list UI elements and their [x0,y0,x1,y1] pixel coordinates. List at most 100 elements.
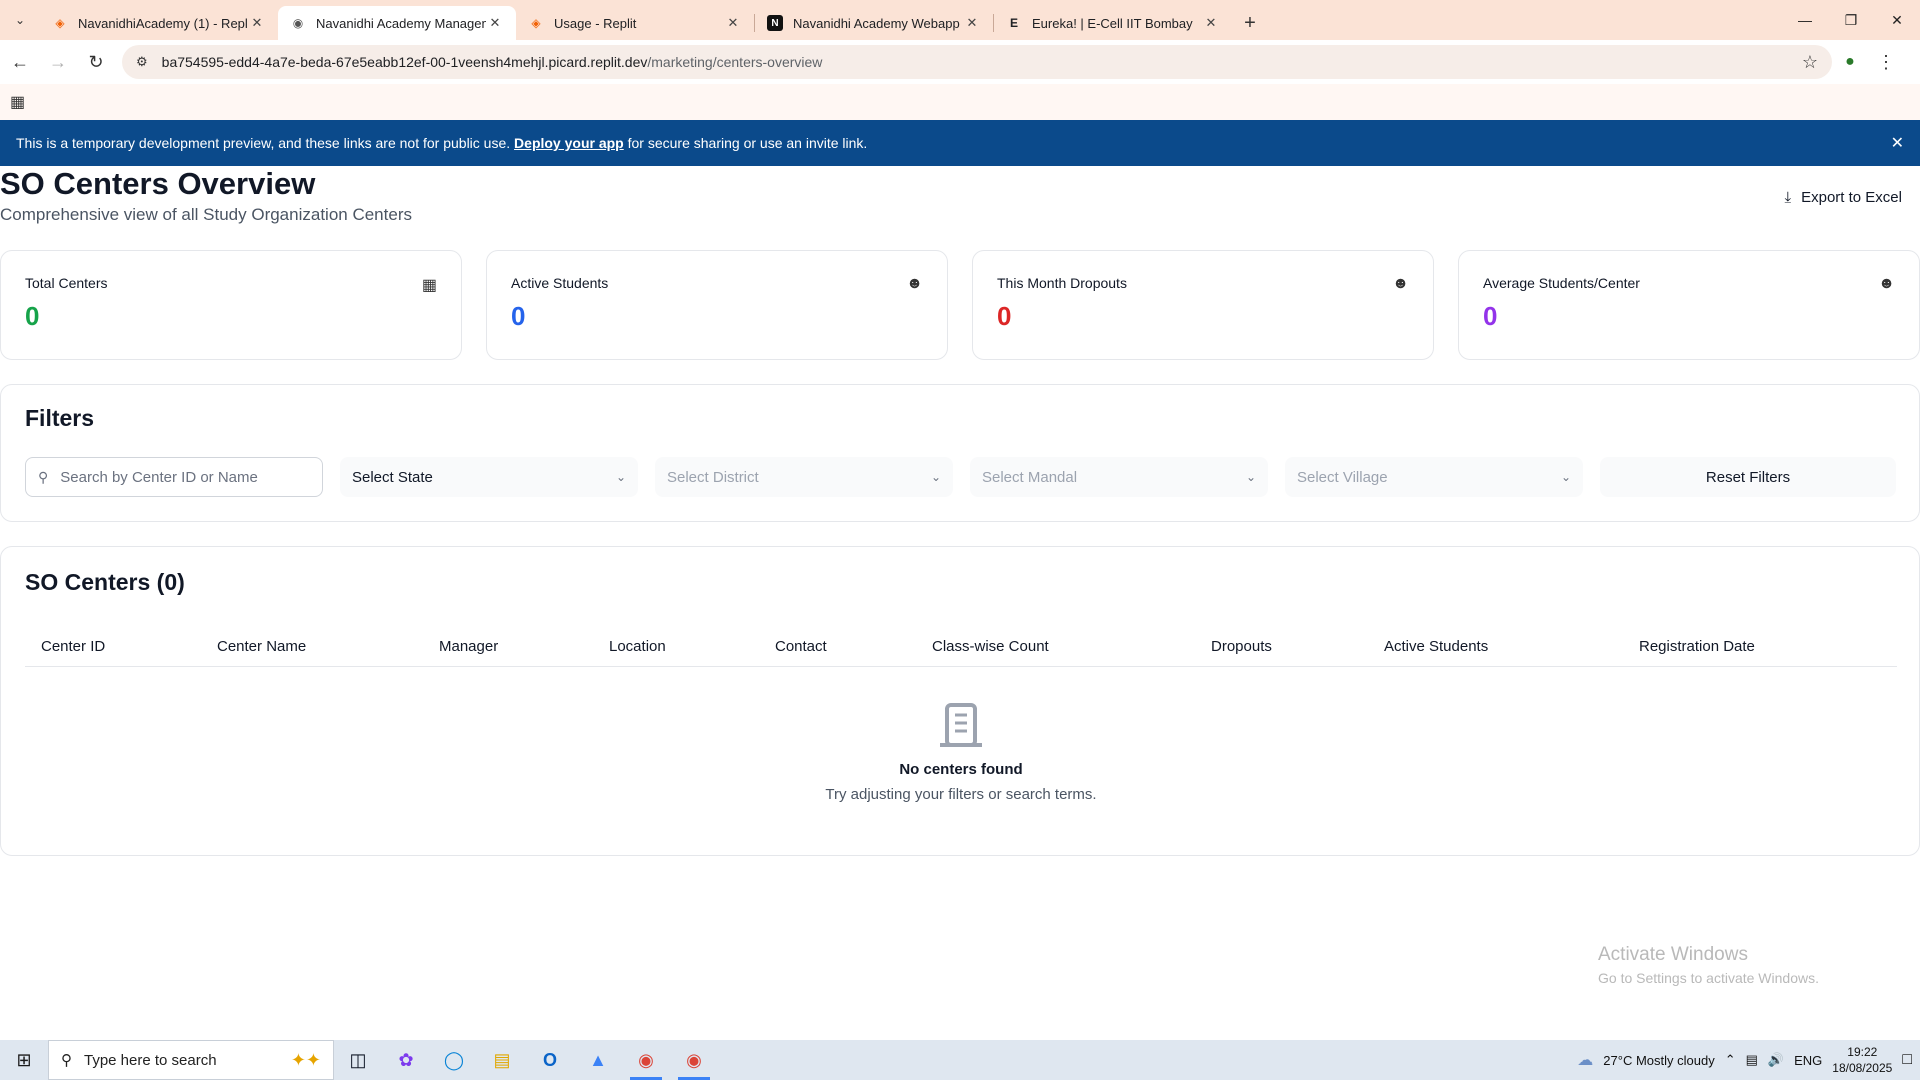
new-tab-plus-icon[interactable]: + [1232,6,1268,40]
eureka-icon: E [1009,16,1018,30]
window-close-icon[interactable]: ✕ [1874,0,1920,40]
tab-title: Navanidhi Academy Webapp | N [793,15,963,31]
page-content: SO Centers Overview Comprehensive view o… [0,166,1920,1040]
deploy-app-link[interactable]: Deploy your app [514,135,624,151]
stats-row: Total Centers 0 ▦ Active Students 0 ☻ Th… [0,250,1920,360]
browser-tab[interactable]: ◈ Usage - Replit ✕ [516,6,754,40]
banner-text-before: This is a temporary development preview,… [16,135,515,151]
activate-windows-watermark: Activate Windows Go to Settings to activ… [1598,944,1819,986]
browser-tab[interactable]: ◈ NavanidhiAcademy (1) - Replit ✕ [40,6,278,40]
back-arrow-icon[interactable]: ← [2,44,38,80]
address-bar[interactable]: ⚙ ba754595-edd4-4a7e-beda-67e5eabb12ef-0… [122,45,1832,79]
weather-icon[interactable]: ☁ [1577,1050,1593,1070]
browser-tab[interactable]: N Navanidhi Academy Webapp | N ✕ [755,6,993,40]
apps-grid-icon[interactable]: ▦ [10,92,25,112]
column-header[interactable]: Location [593,638,759,655]
search-icon: ⚲ [38,468,49,485]
browser-tab-active[interactable]: ◉ Navanidhi Academy Manageme ✕ [278,6,516,40]
column-header[interactable]: Center Name [201,638,423,655]
chevron-down-icon: ⌄ [1245,470,1256,484]
stat-value: 0 [511,301,526,331]
stat-value: 0 [997,301,1012,331]
users-icon: ☻ [1878,275,1895,292]
edge-icon[interactable]: ◯ [430,1040,478,1080]
empty-state-title: No centers found [899,761,1023,778]
tab-search-chevron-icon[interactable]: ⌄ [0,0,40,40]
column-header[interactable]: Registration Date [1623,638,1863,655]
taskbar-search-input[interactable]: ⚲ Type here to search ✦✦ [48,1040,334,1080]
reload-icon[interactable]: ↻ [78,44,114,80]
outlook-icon[interactable]: O [526,1040,574,1080]
column-header[interactable]: Dropouts [1195,638,1368,655]
tab-close-icon[interactable]: ✕ [724,15,742,31]
mandal-select-value: Select Mandal [982,468,1078,486]
tab-close-icon[interactable]: ✕ [248,15,266,31]
tab-close-icon[interactable]: ✕ [1202,15,1220,31]
filters-card: Filters ⚲ Search by Center ID or Name Se… [0,384,1920,522]
chrome-icon[interactable]: ◉ [622,1040,670,1080]
watermark-subtitle: Go to Settings to activate Windows. [1598,970,1819,986]
column-header[interactable]: Class-wise Count [916,638,1195,655]
browser-menu-icon[interactable]: ⋮ [1868,44,1904,80]
tab-title: NavanidhiAcademy (1) - Replit [78,15,248,31]
volume-icon[interactable]: 🔊 [1768,1052,1784,1068]
site-settings-icon[interactable]: ⚙ [136,54,148,70]
district-select[interactable]: Select District ⌄ [655,457,953,497]
column-header[interactable]: Manager [423,638,593,655]
forward-arrow-icon[interactable]: → [40,44,76,80]
bookmark-star-icon[interactable]: ☆ [1802,52,1818,73]
page-title: SO Centers Overview [0,166,316,201]
village-select[interactable]: Select Village ⌄ [1285,457,1583,497]
reset-filters-button[interactable]: Reset Filters [1600,457,1896,497]
export-to-excel-button[interactable]: ⤓ Export to Excel [1782,180,1904,214]
column-header[interactable]: Active Students [1368,638,1623,655]
system-tray: ☁ 27°C Mostly cloudy ⌃ ▤ 🔊 ENG 19:22 18/… [1577,1044,1920,1076]
tab-close-icon[interactable]: ✕ [963,15,981,31]
empty-state-subtitle: Try adjusting your filters or search ter… [825,786,1097,803]
watermark-title: Activate Windows [1598,944,1748,965]
weather-text[interactable]: 27°C Mostly cloudy [1603,1053,1714,1068]
globe-icon: ◉ [292,16,304,30]
browser-tab[interactable]: E Eureka! | E-Cell IIT Bombay ✕ [994,6,1232,40]
page-subtitle: Comprehensive view of all Study Organiza… [0,205,412,224]
windows-start-icon[interactable]: ⊞ [0,1040,48,1080]
tab-title: Eureka! | E-Cell IIT Bombay [1032,15,1193,31]
notifications-icon[interactable]: □ [1902,1051,1912,1069]
mandal-select[interactable]: Select Mandal ⌄ [970,457,1268,497]
banner-text: This is a temporary development preview,… [16,135,1891,151]
tab-close-icon[interactable]: ✕ [486,15,504,31]
windows-taskbar: ⊞ ⚲ Type here to search ✦✦ ◫ ✿ ◯ ▤ O ▲ ◉… [0,1040,1920,1080]
table-title: SO Centers (0) [25,569,185,595]
clock-time: 19:22 [1847,1045,1878,1059]
bookmarks-bar: ▦ [0,84,1920,120]
profile-avatar-icon[interactable]: ● [1832,44,1868,80]
network-icon[interactable]: ▤ [1746,1052,1758,1068]
taskbar-search-placeholder: Type here to search [84,1051,217,1069]
column-header[interactable]: Center ID [25,638,201,655]
tab-title: Navanidhi Academy Manageme [316,15,486,31]
users-icon: ☻ [1392,275,1409,292]
chevron-up-icon[interactable]: ⌃ [1725,1052,1736,1068]
file-explorer-icon[interactable]: ▤ [478,1040,526,1080]
copilot-icon[interactable]: ✿ [382,1040,430,1080]
task-view-icon[interactable]: ◫ [334,1040,382,1080]
banner-close-icon[interactable]: ✕ [1891,133,1904,153]
column-header[interactable]: Contact [759,638,916,655]
building-icon [1,701,1920,751]
restore-icon[interactable]: ❐ [1828,0,1874,40]
url-text: ba754595-edd4-4a7e-beda-67e5eabb12ef-00-… [162,54,1802,70]
tab-title: Usage - Replit [554,15,637,31]
chrome-icon[interactable]: ◉ [670,1040,718,1080]
app-icon[interactable]: ▲ [574,1040,622,1080]
minimize-icon[interactable]: — [1782,0,1828,40]
state-select[interactable]: Select State ⌄ [340,457,638,497]
stat-card-total-centers: Total Centers 0 ▦ [0,250,462,360]
state-select-value: Select State [352,468,433,486]
language-indicator[interactable]: ENG [1794,1053,1822,1068]
clock[interactable]: 19:22 18/08/2025 [1832,1044,1892,1076]
center-search-input[interactable]: ⚲ Search by Center ID or Name [25,457,323,497]
table-header: Center ID Center Name Manager Location C… [25,627,1897,667]
clock-date: 18/08/2025 [1832,1061,1893,1075]
url-host: ba754595-edd4-4a7e-beda-67e5eabb12ef-00-… [161,54,648,70]
export-label: Export to Excel [1801,188,1902,206]
